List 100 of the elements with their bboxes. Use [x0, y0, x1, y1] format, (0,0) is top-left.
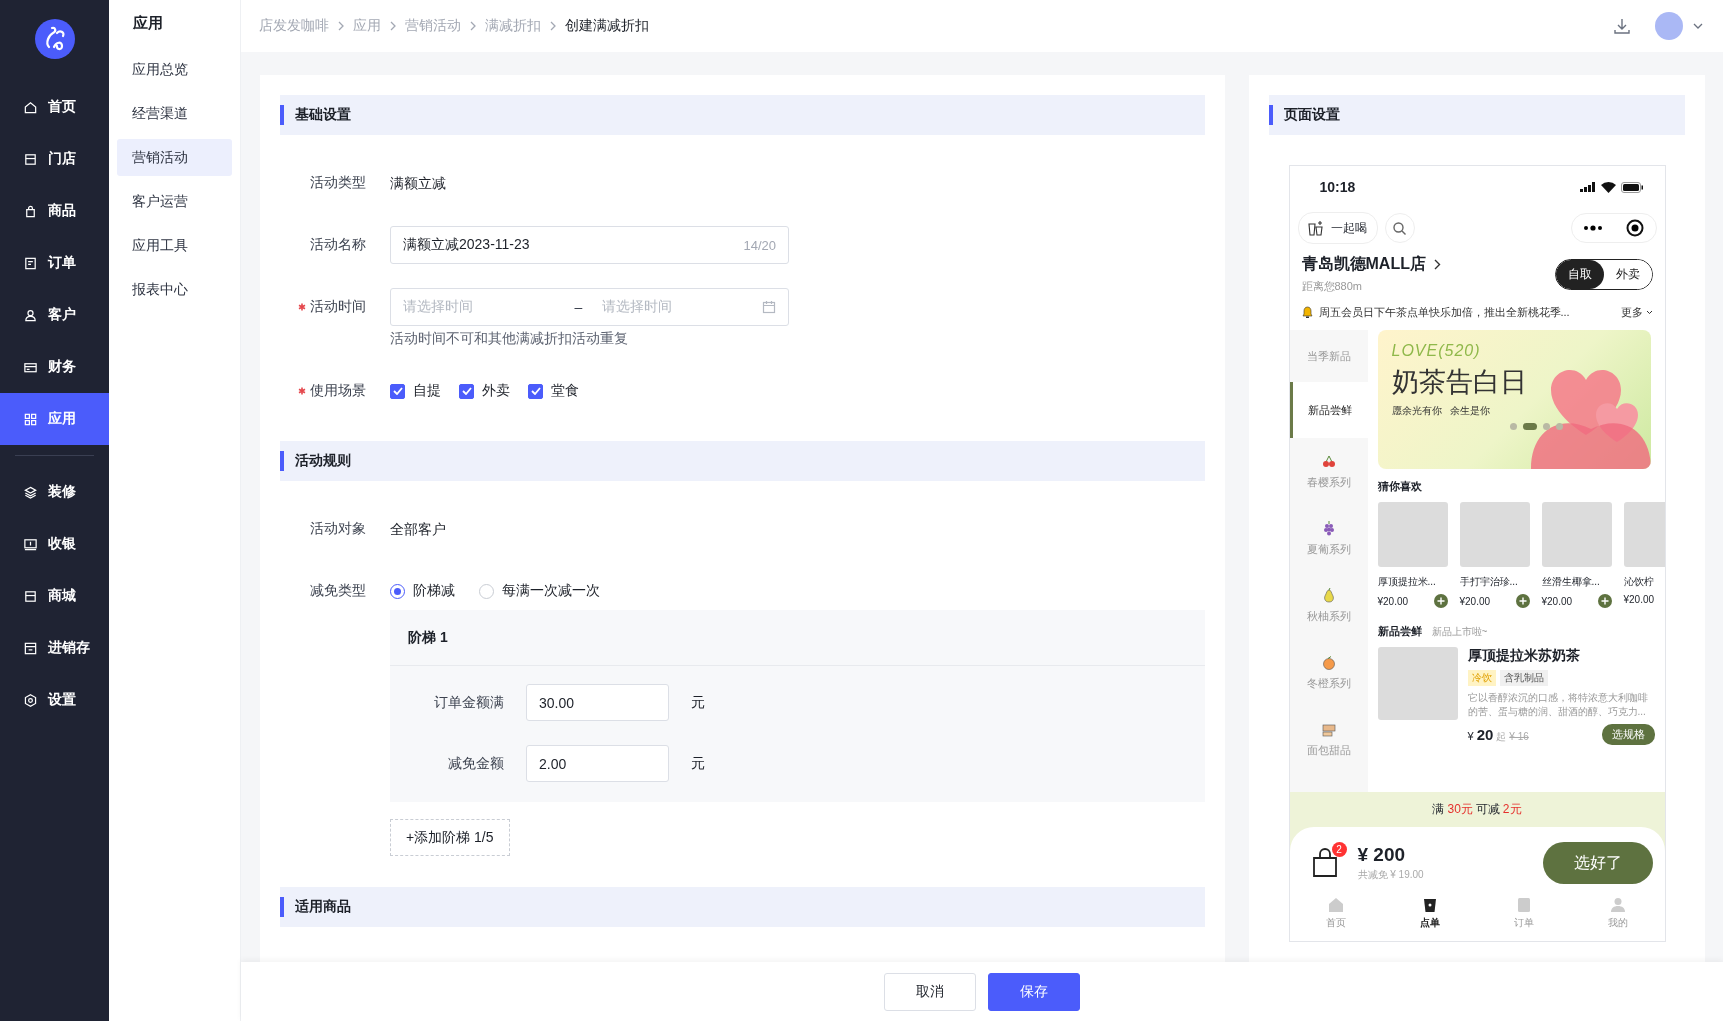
promo-text: 30元: [1447, 801, 1473, 818]
section-header: 活动规则: [280, 441, 1205, 481]
checkout-button[interactable]: 选好了: [1542, 842, 1653, 884]
logo-icon[interactable]: [34, 19, 75, 59]
field-label: 使用场景: [310, 382, 366, 400]
sidebar-item[interactable]: 客户: [0, 289, 109, 341]
input-field[interactable]: 满额立减2023-11-23 14/20: [390, 226, 789, 264]
sidebar-item[interactable]: 商品: [0, 185, 109, 237]
plus-icon[interactable]: [1433, 594, 1448, 608]
checkbox-option[interactable]: 外卖: [459, 382, 510, 400]
sidebar-item[interactable]: 财务: [0, 341, 109, 393]
banner-headline: 奶茶告白日: [1391, 366, 1528, 399]
bag-icon[interactable]: [1311, 848, 1338, 878]
checkbox[interactable]: [390, 383, 405, 399]
bag-icon: [23, 203, 38, 219]
radio-option[interactable]: 每满一次减一次: [479, 582, 600, 600]
product-name: 丝滑生椰拿...: [1541, 575, 1601, 589]
battery-icon: [1620, 181, 1643, 193]
cups-icon: [1306, 219, 1325, 237]
breadcrumb-link[interactable]: 创建满减折扣: [565, 17, 649, 35]
subnav-item[interactable]: 应用工具: [117, 227, 232, 264]
notice-text: 周五会员日下午茶点单快乐加倍，推出全新桃花季...: [1318, 304, 1571, 320]
input-field[interactable]: 30.00: [526, 684, 669, 721]
field-label: 活动对象: [310, 520, 366, 538]
caret-icon[interactable]: [1693, 23, 1703, 29]
promo-text: 满: [1432, 801, 1445, 818]
field-label: 订单金额满: [433, 693, 504, 712]
field-label: 活动名称: [310, 236, 366, 254]
product-name: 厚顶提拉米苏奶茶: [1467, 647, 1581, 665]
store-icon: [23, 588, 38, 604]
mode-toggle-option[interactable]: 自取: [1555, 259, 1604, 289]
hint-text: 活动时间不可和其他满减折扣活动重复: [390, 330, 629, 348]
field-value: 满额立减: [390, 174, 446, 193]
radio-option[interactable]: 阶梯减: [390, 582, 455, 600]
wifi-icon: [1600, 181, 1616, 193]
product-tag: 冷饮: [1467, 670, 1496, 686]
sidebar-item[interactable]: 首页: [0, 81, 109, 133]
currency-symbol: ¥: [1467, 729, 1474, 742]
tab-bar-item[interactable]: 点单: [1414, 895, 1447, 931]
category-item[interactable]: 新品尝鲜: [1289, 382, 1368, 438]
add-tier-button[interactable]: +添加阶梯 1/5: [390, 819, 510, 856]
store-name[interactable]: 青岛凯德MALL店: [1301, 254, 1426, 275]
checkbox-option[interactable]: 自提: [390, 382, 441, 400]
promo-banner[interactable]: LOVE(520) 奶茶告白日 愿余光有你 余生是你: [1377, 330, 1651, 469]
plus-icon[interactable]: [1597, 594, 1612, 608]
sidebar-item[interactable]: 门店: [0, 133, 109, 185]
field-label: 减免类型: [310, 582, 366, 600]
download-icon[interactable]: [1613, 17, 1631, 35]
subnav-item[interactable]: 报表中心: [117, 271, 232, 308]
record-icon[interactable]: [1626, 219, 1644, 237]
chevron-icon: [549, 21, 557, 31]
carousel-dot[interactable]: [1510, 423, 1517, 430]
cancel-button[interactable]: 取消: [884, 972, 976, 1011]
product-price: ¥20.00: [1377, 595, 1409, 607]
capsule-button[interactable]: 一起喝: [1297, 212, 1378, 244]
save-button[interactable]: 保存: [988, 972, 1080, 1011]
box-icon: [23, 640, 38, 656]
settings-icon: [23, 692, 38, 708]
plus-icon[interactable]: [1515, 594, 1530, 608]
cart-count-badge: 2: [1331, 842, 1347, 857]
field-label: 活动时间: [310, 298, 366, 316]
date-range-field[interactable]: 请选择时间 – 请选择时间: [390, 288, 789, 326]
subnav-item[interactable]: 客户运营: [117, 183, 232, 220]
subnav-item[interactable]: 经营渠道: [117, 95, 232, 132]
sidebar-item[interactable]: 应用: [0, 393, 109, 445]
product-price: ¥20.00: [1459, 595, 1491, 607]
product-description: 它以香醇浓沉的口感，将特浓意大利咖啡的苦、蛋与糖的润、甜酒的醇、巧克力...: [1467, 691, 1649, 718]
subnav-item[interactable]: 营销活动: [117, 139, 232, 176]
more-icon[interactable]: [1583, 225, 1603, 231]
field-label: 减免金额: [447, 754, 504, 773]
section-subtitle: 新品上市啦~: [1431, 625, 1488, 639]
radio-label: 每满一次减一次: [502, 582, 600, 600]
checkbox-label: 堂食: [551, 382, 579, 400]
calendar-icon: [762, 300, 776, 314]
sidebar-item[interactable]: 装修: [0, 466, 109, 518]
product-price: 20: [1476, 725, 1494, 743]
choose-spec-button[interactable]: 选规格: [1601, 724, 1655, 745]
sidebar-item[interactable]: 商城: [0, 570, 109, 622]
price-suffix: 起: [1496, 729, 1507, 744]
checkbox[interactable]: [459, 383, 474, 399]
sidebar-item[interactable]: 进销存: [0, 622, 109, 674]
sidebar-item[interactable]: 订单: [0, 237, 109, 289]
carousel-dot[interactable]: [1543, 423, 1550, 430]
more-link[interactable]: 更多: [1620, 304, 1653, 320]
product-name: 沁饮柠: [1623, 575, 1655, 589]
carousel-dot[interactable]: [1556, 423, 1563, 430]
monitor-icon: [23, 536, 38, 552]
checkbox[interactable]: [528, 383, 543, 399]
section-header: 基础设置: [280, 95, 1205, 135]
product-price: ¥20.00: [1623, 594, 1655, 605]
product-name: 厚顶提拉米...: [1377, 575, 1437, 589]
product-name: 手打宇治珍...: [1459, 575, 1519, 589]
checkbox-option[interactable]: 堂食: [528, 382, 579, 400]
distance-text: 距离您880m: [1301, 279, 1364, 294]
sidebar-item[interactable]: 设置: [0, 674, 109, 726]
sidebar-item[interactable]: 收银: [0, 518, 109, 570]
promo-text: 2元: [1502, 801, 1522, 818]
input-field[interactable]: 2.00: [526, 745, 669, 782]
checkbox-label: 外卖: [482, 382, 510, 400]
subnav-item[interactable]: 应用总览: [117, 51, 232, 88]
